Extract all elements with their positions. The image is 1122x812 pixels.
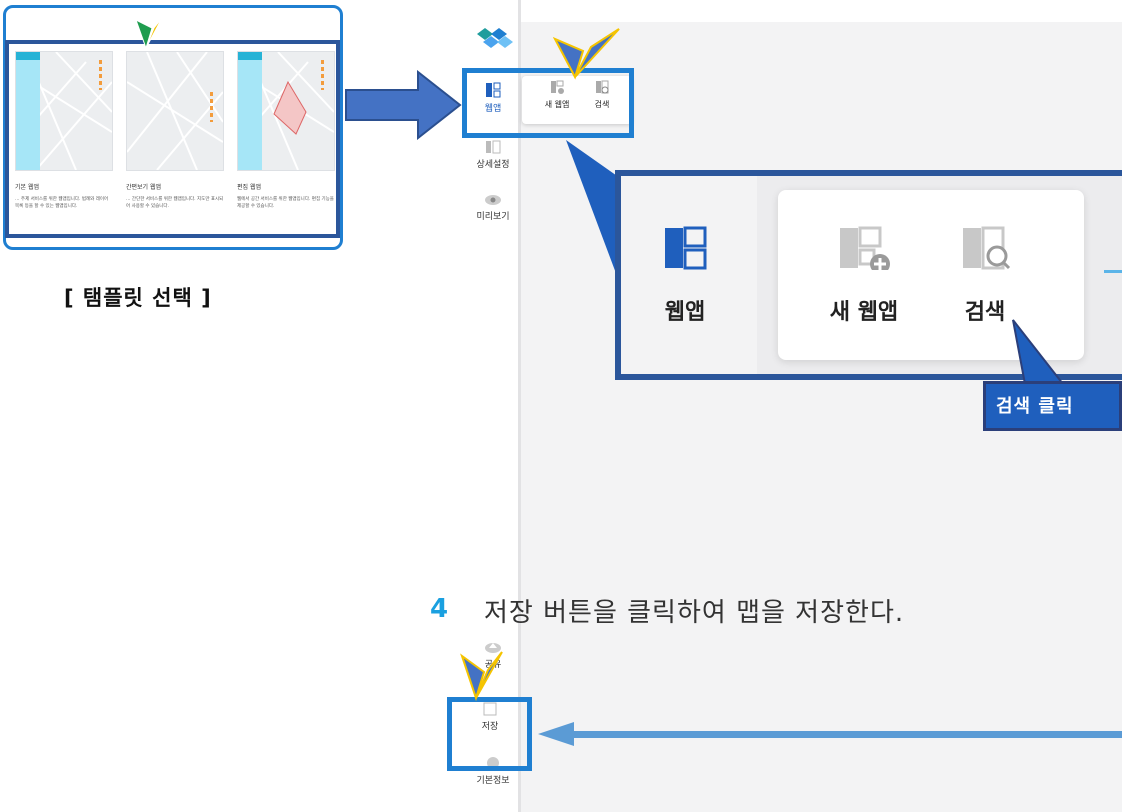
template-thumbnail — [15, 51, 113, 171]
save-arrow-line — [562, 731, 1122, 738]
template-thumbnail — [126, 51, 224, 171]
sidebar-item-settings[interactable]: 상세설정 — [463, 140, 523, 170]
template-description: … 간단한 서비스를 위한 웹앱입니다. 지도만 표시되어 사용할 수 있습니다… — [126, 197, 224, 209]
cursor-pointer-icon — [460, 651, 503, 702]
step-number: 4 — [430, 594, 449, 624]
webapp-icon — [665, 226, 707, 270]
zoom-new-webapp-label: 새 웹앱 — [829, 300, 899, 325]
zoom-edge-indicator — [1104, 270, 1122, 273]
tooltip-pointer — [1012, 319, 1065, 385]
template-card-simple[interactable]: 간편보기 웹앱 … 간단한 서비스를 위한 웹앱입니다. 지도만 표시되어 사용… — [122, 48, 226, 234]
cursor-pointer-icon — [553, 28, 620, 80]
new-webapp-icon — [840, 226, 890, 274]
eye-icon — [485, 195, 501, 205]
template-name: 기본 웹앱 — [15, 184, 39, 191]
template-name: 편집 웹앱 — [237, 184, 261, 191]
template-description: 웹에서 공간 서비스를 위한 웹앱입니다. 편집 기능을 제공할 수 있습니다. — [237, 197, 334, 209]
cursor-pointer-icon — [135, 17, 163, 50]
zoom-webapp-button[interactable]: 웹앱 — [650, 226, 720, 326]
sidebar-item-label: 상세설정 — [476, 160, 510, 170]
settings-icon — [486, 140, 501, 154]
zoom-webapp-label: 웹앱 — [664, 300, 706, 325]
app-logo-icon — [477, 28, 513, 48]
zoom-search-button[interactable]: 검색 — [950, 226, 1020, 326]
template-name: 간편보기 웹앱 — [126, 184, 162, 191]
template-selection-caption: [ 탬플릿 선택 ] — [64, 286, 212, 310]
sidebar-item-label: 기본정보 — [476, 776, 510, 786]
search-icon — [963, 226, 1011, 270]
step-instruction: 저장 버튼을 클릭하여 맵을 저장한다. — [484, 598, 905, 628]
tooltip-text: 검색 클릭 — [996, 396, 1074, 417]
sidebar-item-preview[interactable]: 미리보기 — [463, 194, 523, 222]
template-list: 기본 웹앱 … 주제 서비스를 위한 웹앱입니다. 범례와 레이어 목록 등을 … — [5, 40, 340, 238]
template-description: … 주제 서비스를 위한 웹앱입니다. 범례와 레이어 목록 등을 할 수 있는… — [15, 197, 109, 209]
flow-arrow-icon — [345, 70, 462, 140]
sidebar-item-label: 미리보기 — [476, 212, 510, 222]
template-thumbnail — [237, 51, 335, 171]
zoom-new-webapp-button[interactable]: 새 웹앱 — [804, 226, 924, 326]
template-card-basic[interactable]: 기본 웹앱 … 주제 서비스를 위한 웹앱입니다. 범례와 레이어 목록 등을 … — [11, 48, 115, 234]
template-card-edit[interactable]: 편집 웹앱 웹에서 공간 서비스를 위한 웹앱입니다. 편집 기능을 제공할 수… — [233, 48, 337, 234]
save-highlight-box — [447, 697, 532, 771]
